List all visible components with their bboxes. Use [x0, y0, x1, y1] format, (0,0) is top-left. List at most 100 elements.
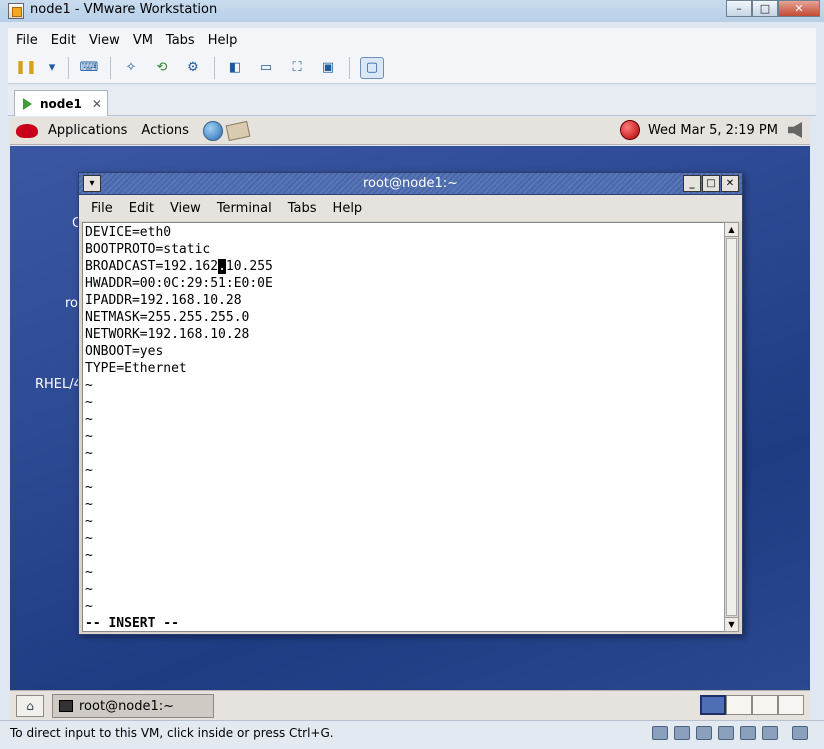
- redhat-logo-icon[interactable]: [16, 123, 38, 138]
- cd-rom-icon[interactable]: [674, 726, 690, 740]
- snapshot-manager-icon[interactable]: ⚙: [183, 59, 203, 77]
- terminal-menu-help[interactable]: Help: [333, 201, 363, 216]
- snapshot-icon[interactable]: ✧: [121, 59, 141, 77]
- window-controls: – □ ✕: [726, 0, 820, 17]
- terminal-menu-edit[interactable]: Edit: [129, 201, 154, 216]
- revert-snapshot-icon[interactable]: ⟲: [152, 59, 172, 77]
- show-desktop-icon[interactable]: ⌂: [16, 695, 44, 717]
- show-sidebar-icon[interactable]: ◧: [225, 59, 245, 77]
- vim-empty-line: ~: [85, 429, 93, 444]
- vmware-app-icon: [8, 3, 24, 19]
- menubar: File Edit View VM Tabs Help: [8, 28, 816, 52]
- email-client-icon[interactable]: [225, 120, 251, 141]
- terminal-window[interactable]: ▾ root@node1:~ _ □ ✕ File Edit View Term…: [78, 172, 743, 635]
- send-ctrl-alt-del-icon[interactable]: ⌨: [79, 59, 99, 77]
- config-text: BROADCAST=192.162: [85, 259, 219, 274]
- panel-tray: Wed Mar 5, 2:19 PM: [619, 120, 802, 140]
- menu-view[interactable]: View: [89, 33, 120, 48]
- workspace-2[interactable]: [726, 695, 752, 715]
- unity-icon[interactable]: ▣: [318, 59, 338, 77]
- vim-empty-line: ~: [85, 378, 93, 393]
- applications-menu[interactable]: Applications: [48, 123, 127, 138]
- scroll-thumb[interactable]: [726, 238, 737, 616]
- vim-empty-line: ~: [85, 514, 93, 529]
- config-line: ONBOOT=yes: [85, 344, 164, 359]
- vim-empty-line: ~: [85, 582, 93, 597]
- scroll-up-icon[interactable]: ▲: [725, 223, 738, 237]
- tab-close-icon[interactable]: ✕: [92, 97, 102, 111]
- terminal-menubar: File Edit View Terminal Tabs Help: [79, 195, 742, 221]
- menu-edit[interactable]: Edit: [51, 33, 76, 48]
- desktop-icon-label[interactable]: RHEL/4: [35, 377, 82, 392]
- device-tray: [646, 726, 808, 740]
- terminal-menu-terminal[interactable]: Terminal: [217, 201, 272, 216]
- full-screen-icon[interactable]: ⛶: [287, 59, 307, 77]
- taskbar-button-label: root@node1:~: [79, 698, 175, 714]
- terminal-scrollbar[interactable]: ▲ ▼: [724, 222, 739, 632]
- menu-vm[interactable]: VM: [133, 33, 153, 48]
- workspace-1[interactable]: [700, 695, 726, 715]
- toolbar: ❚❚ ▾ ⌨ ✧ ⟲ ⚙ ◧ ▭ ⛶ ▣ ▢: [8, 52, 816, 84]
- floppy-icon[interactable]: [696, 726, 712, 740]
- sound-icon[interactable]: [762, 726, 778, 740]
- terminal-maximize-button[interactable]: □: [702, 175, 720, 192]
- gnome-top-panel: Applications Actions Wed Mar 5, 2:19 PM: [10, 117, 810, 145]
- config-line: IPADDR=192.168.10.28: [85, 293, 242, 308]
- terminal-menu-file[interactable]: File: [91, 201, 113, 216]
- text-cursor: .: [218, 259, 226, 274]
- terminal-menu-view[interactable]: View: [170, 201, 201, 216]
- workspace-4[interactable]: [778, 695, 804, 715]
- desktop-icon-label[interactable]: ro: [65, 296, 78, 311]
- message-log-icon[interactable]: [792, 726, 808, 740]
- status-message: To direct input to this VM, click inside…: [10, 726, 334, 740]
- vim-empty-line: ~: [85, 548, 93, 563]
- minimize-button[interactable]: –: [726, 0, 752, 17]
- maximize-button[interactable]: □: [752, 0, 778, 17]
- vim-empty-line: ~: [85, 565, 93, 580]
- update-alert-icon[interactable]: [619, 120, 640, 140]
- gnome-bottom-panel: ⌂ root@node1:~: [10, 690, 810, 720]
- menu-tabs[interactable]: Tabs: [166, 33, 195, 48]
- terminal-close-button[interactable]: ✕: [721, 175, 739, 192]
- menu-help[interactable]: Help: [208, 33, 238, 48]
- config-line: NETMASK=255.255.255.0: [85, 310, 250, 325]
- tab-node1[interactable]: node1 ✕: [14, 90, 108, 116]
- config-line: DEVICE=eth0: [85, 225, 172, 240]
- empty-lines: ~ ~ ~ ~ ~ ~ ~ ~ ~ ~ ~ ~ ~ ~: [85, 377, 724, 615]
- dropdown-arrow-icon[interactable]: ▾: [47, 59, 57, 77]
- printer-icon[interactable]: [740, 726, 756, 740]
- toolbar-separator: [349, 56, 350, 79]
- network-icon[interactable]: [718, 726, 734, 740]
- terminal-menu-tabs[interactable]: Tabs: [288, 201, 317, 216]
- vim-empty-line: ~: [85, 480, 93, 495]
- window-title: node1 - VMware Workstation: [30, 2, 218, 17]
- workspace-3[interactable]: [752, 695, 778, 715]
- terminal-text-area[interactable]: DEVICE=eth0 BOOTPROTO=static BROADCAST=1…: [82, 222, 725, 632]
- scroll-down-icon[interactable]: ▼: [725, 617, 738, 631]
- toolbar-separator: [110, 56, 111, 79]
- quick-switch-icon[interactable]: ▭: [256, 59, 276, 77]
- clock[interactable]: Wed Mar 5, 2:19 PM: [648, 123, 778, 138]
- actions-menu[interactable]: Actions: [141, 123, 189, 138]
- vim-empty-line: ~: [85, 531, 93, 546]
- hard-disk-icon[interactable]: [652, 726, 668, 740]
- config-text: 10.255: [225, 259, 273, 274]
- close-button[interactable]: ✕: [778, 0, 820, 17]
- status-bar: To direct input to this VM, click inside…: [0, 720, 824, 749]
- console-view-icon[interactable]: ▢: [360, 56, 384, 79]
- web-browser-icon[interactable]: [202, 120, 223, 141]
- terminal-title: root@node1:~: [362, 176, 459, 191]
- terminal-titlebar[interactable]: ▾ root@node1:~ _ □ ✕: [79, 173, 742, 195]
- vim-empty-line: ~: [85, 599, 93, 614]
- volume-icon[interactable]: [788, 122, 802, 138]
- pause-icon[interactable]: ❚❚: [15, 59, 37, 77]
- vim-empty-line: ~: [85, 412, 93, 427]
- config-line: BROADCAST=192.162.10.255: [85, 258, 724, 275]
- window-titlebar: node1 - VMware Workstation – □ ✕: [0, 0, 824, 22]
- taskbar-button-terminal[interactable]: root@node1:~: [52, 694, 214, 718]
- toolbar-separator: [214, 56, 215, 79]
- terminal-minimize-button[interactable]: _: [683, 175, 701, 192]
- config-line: NETWORK=192.168.10.28: [85, 327, 250, 342]
- menu-file[interactable]: File: [16, 33, 38, 48]
- terminal-icon: [59, 700, 73, 712]
